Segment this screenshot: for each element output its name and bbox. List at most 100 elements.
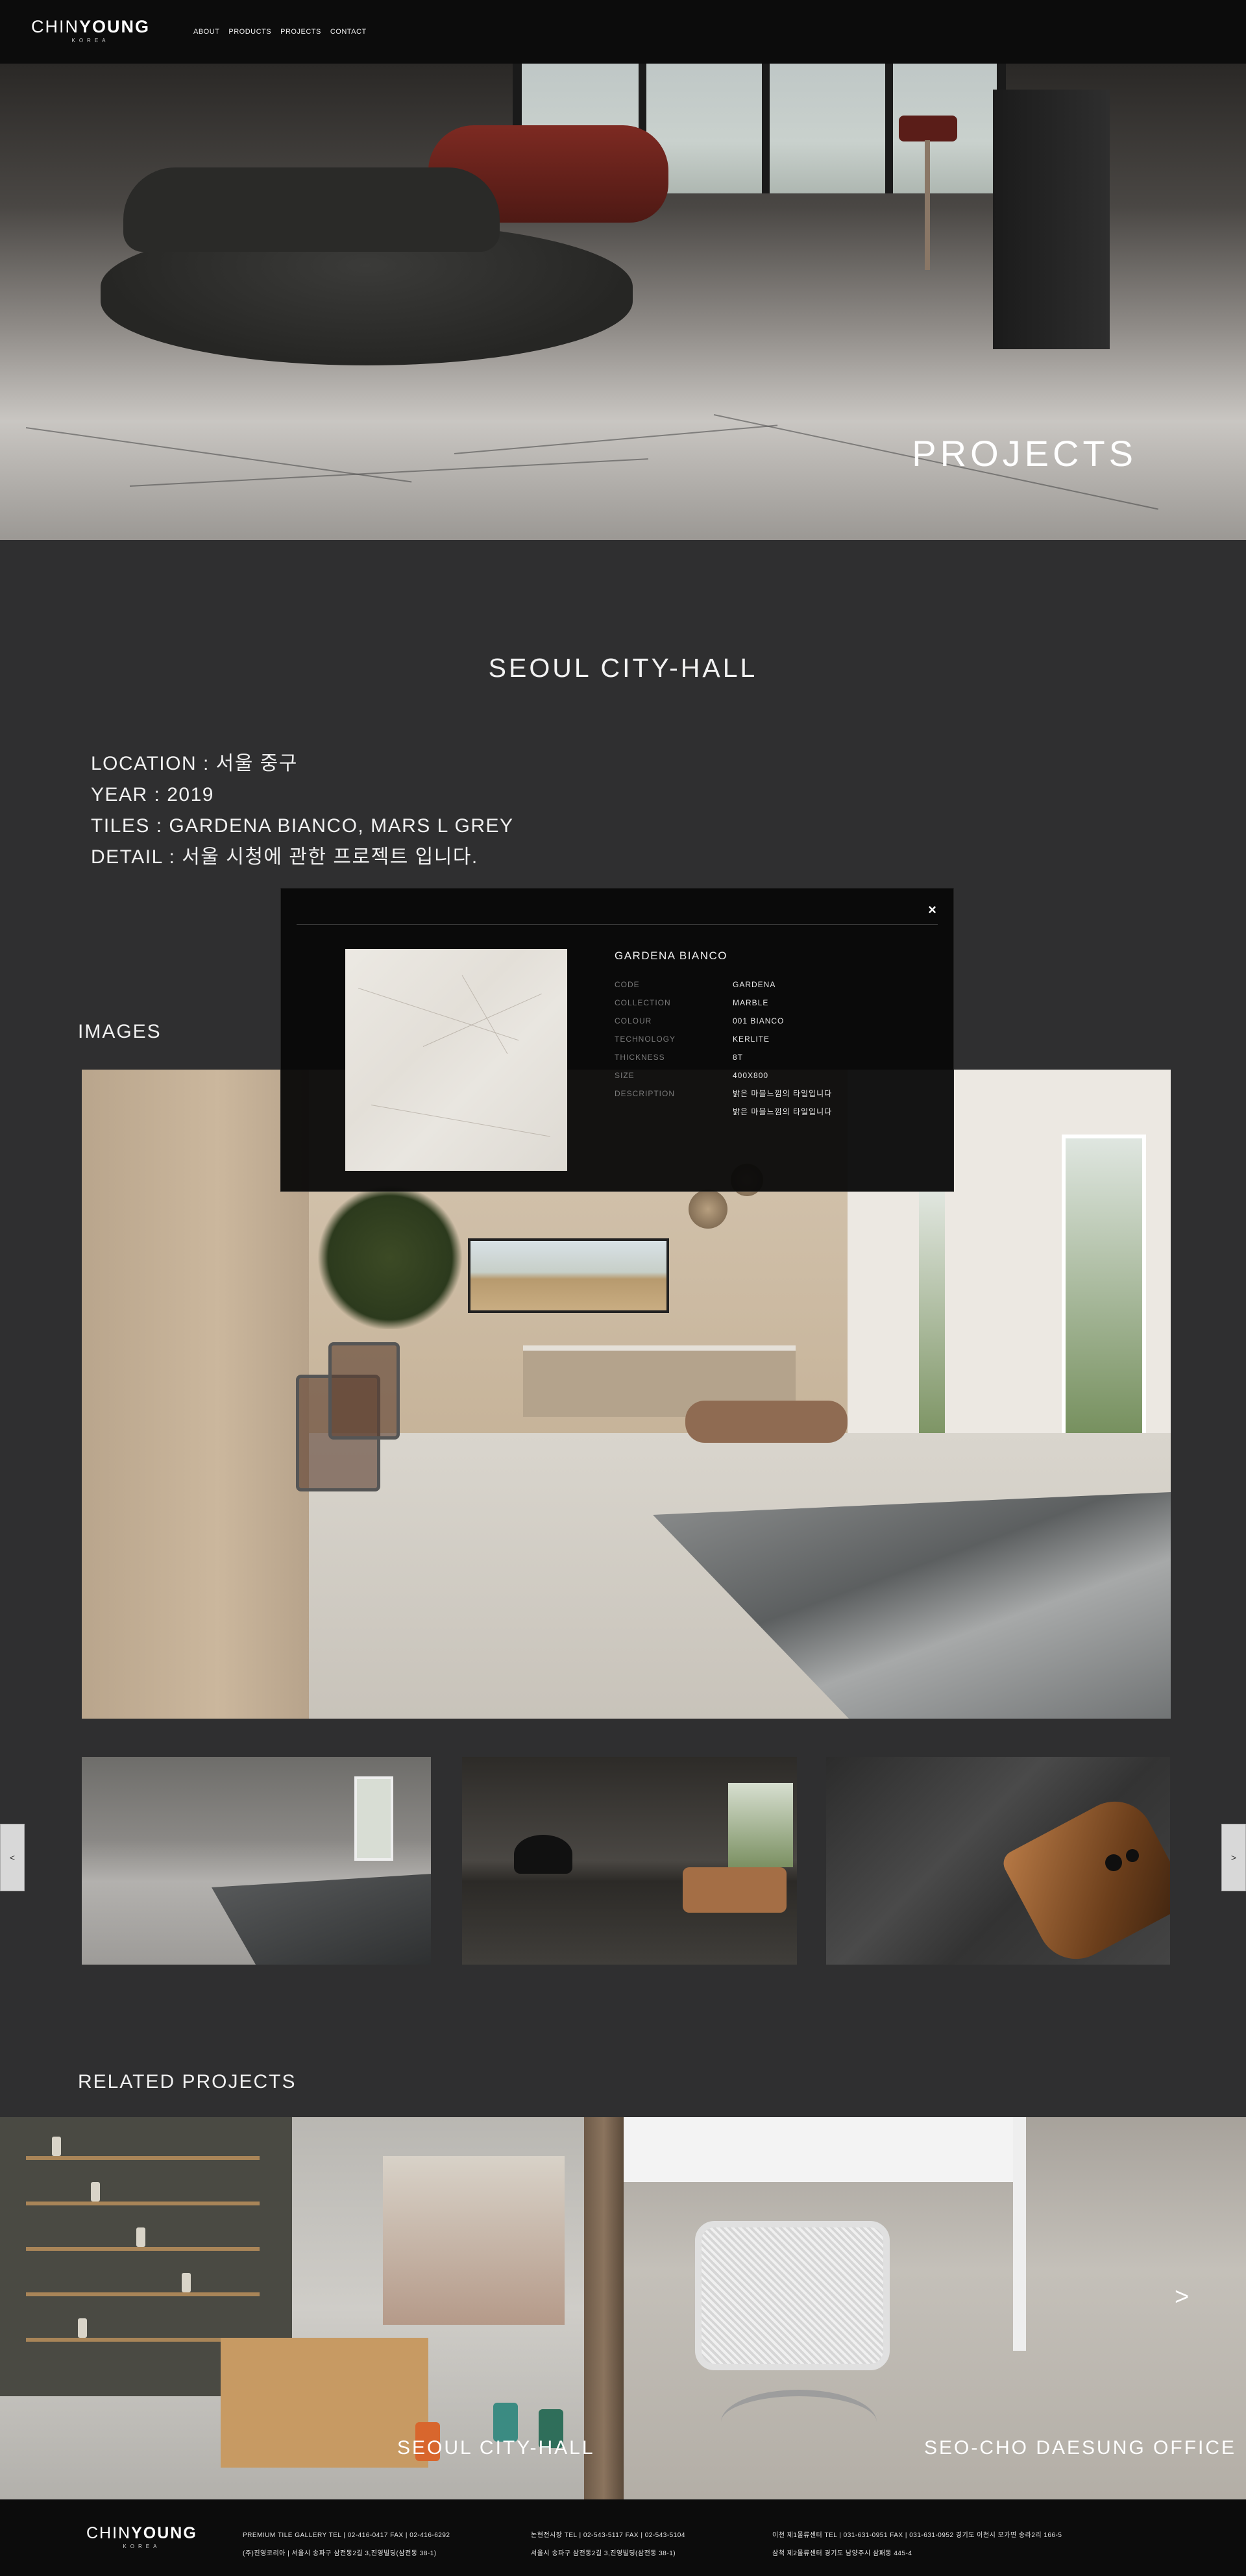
related-title-1[interactable]: SEOUL CITY-HALL <box>397 2437 595 2459</box>
spec-value: 밝은 마블느낌의 타일입니다 <box>733 1089 833 1098</box>
related-desk-leg <box>1013 2117 1026 2351</box>
spec-key: SIZE <box>615 1071 635 1080</box>
related-title-2[interactable]: SEO-CHO DAESUNG OFFICE <box>924 2437 1236 2459</box>
project-detail: DETAIL : 서울 시청에 관한 프로젝트 입니다. <box>91 846 478 868</box>
image-window <box>1062 1135 1146 1459</box>
footer-showroom-info: 논현전시장 TEL | 02-543-5117 FAX | 02-543-510… <box>531 2527 685 2563</box>
carousel-prev-button[interactable]: < <box>0 1824 25 1891</box>
marble-vein <box>129 458 648 487</box>
images-label: IMAGES <box>78 1021 162 1042</box>
related-chair-base <box>721 2390 877 2455</box>
thumb-wood-slab <box>999 1787 1170 1965</box>
spec-key: THICKNESS <box>615 1053 665 1062</box>
hero-stool <box>899 116 957 141</box>
footer-gallery-info: PREMIUM TILE GALLERY TEL | 02-416-0417 F… <box>243 2527 450 2563</box>
footer-showroom-address: 서울시 송파구 삼전동2길 3,진영빌딩(삼전동 38-1) <box>531 2550 676 2557</box>
product-bottle <box>52 2137 61 2156</box>
nav-projects[interactable]: PROJECTS <box>280 28 321 36</box>
nav-about[interactable]: ABOUT <box>193 28 219 36</box>
site-footer: CHINYOUNG KOREA PREMIUM TILE GALLERY TEL… <box>0 2499 1246 2576</box>
spec-key: DESCRIPTION <box>615 1089 676 1098</box>
logo-wordmark: CHINYOUNG <box>31 17 151 36</box>
main-nav: ABOUT PRODUCTS PROJECTS CONTACT <box>193 28 367 36</box>
spec-value: 8T <box>733 1053 744 1062</box>
image-chair <box>328 1342 400 1440</box>
footer-gallery-address: (주)진영코리아 | 서울시 송파구 삼전동2길 3,진영빌딩(삼전동 38-1… <box>243 2550 437 2557</box>
site-header: CHINYOUNG KOREA ABOUT PRODUCTS PROJECTS … <box>0 0 1246 64</box>
logo-tagline: KOREA <box>71 38 110 43</box>
product-bottle <box>136 2227 145 2247</box>
marble-vein <box>422 993 542 1047</box>
shelf <box>26 2247 260 2251</box>
related-white-desk <box>624 2117 1026 2182</box>
spec-value: KERLITE <box>733 1035 770 1044</box>
footer-logistics-1: 이천 제1물류센터 TEL | 031-631-0951 FAX | 031-6… <box>772 2532 1062 2539</box>
shelf <box>26 2156 260 2160</box>
spec-row: DESCRIPTION 밝은 마블느낌의 타일입니다 <box>615 1085 913 1103</box>
nav-products[interactable]: PRODUCTS <box>228 28 271 36</box>
project-tiles: TILES : GARDENA BIANCO, MARS L GREY <box>91 815 514 837</box>
hero-sofa-back <box>123 167 500 252</box>
window-mullion <box>885 64 893 193</box>
footer-logo-wordmark: CHINYOUNG <box>86 2524 197 2542</box>
shelf <box>26 2202 260 2205</box>
tile-name: GARDENA BIANCO <box>615 950 728 962</box>
thumb-pool <box>212 1874 431 1965</box>
window-mullion <box>762 64 770 193</box>
shelf <box>26 2292 260 2296</box>
hero-banner: PROJECTS <box>0 64 1246 540</box>
marble-vein <box>454 424 778 454</box>
spec-row: CODE GARDENA <box>615 975 913 994</box>
image-pendant-lamp <box>689 1190 727 1229</box>
related-window <box>383 2156 565 2325</box>
spec-row: SIZE 400X800 <box>615 1066 913 1085</box>
spec-row: COLLECTION MARBLE <box>615 994 913 1012</box>
spec-key: TECHNOLOGY <box>615 1035 676 1044</box>
related-stool <box>493 2403 518 2442</box>
project-title: SEOUL CITY-HALL <box>488 653 758 683</box>
thumb-ornament <box>1126 1849 1139 1862</box>
spec-key: COLLECTION <box>615 998 671 1007</box>
spec-row: COLOUR 001 BIANCO <box>615 1012 913 1030</box>
close-icon[interactable]: × <box>928 902 936 918</box>
spec-row: 밝은 마블느낌의 타일입니다 <box>615 1103 913 1121</box>
footer-logistics-2: 삼척 제2물류센터 경기도 남양주시 삼패동 445-4 <box>772 2550 912 2557</box>
footer-logistics-info: 이천 제1물류센터 TEL | 031-631-0951 FAX | 031-6… <box>772 2527 1062 2563</box>
image-left-wall <box>82 1070 309 1719</box>
spec-value: 001 BIANCO <box>733 1016 785 1025</box>
tile-detail-popup: × GARDENA BIANCO CODE GARDENA COLLECTION M… <box>280 888 954 1192</box>
related-office-chair <box>695 2221 890 2370</box>
image-window <box>919 1186 945 1433</box>
spec-row: THICKNESS 8T <box>615 1048 913 1066</box>
thumb-ornament <box>1105 1854 1122 1871</box>
hero-bar-counter <box>993 90 1110 349</box>
thumb-window <box>354 1776 393 1861</box>
related-projects-label: RELATED PROJECTS <box>78 2071 297 2092</box>
project-year: YEAR : 2019 <box>91 784 214 805</box>
spec-value: 밝은 마블느낌의 타일입니다 <box>733 1107 833 1116</box>
related-next-button[interactable]: > <box>1175 2283 1189 2311</box>
site-logo[interactable]: CHINYOUNG KOREA <box>31 17 150 43</box>
nav-contact[interactable]: CONTACT <box>330 28 367 36</box>
marble-vein <box>371 1105 550 1137</box>
product-bottle <box>78 2318 87 2338</box>
product-bottle <box>91 2182 100 2202</box>
popup-divider <box>297 924 938 925</box>
thumbnail-2[interactable] <box>462 1757 797 1965</box>
thumbnail-3[interactable] <box>826 1757 1170 1965</box>
spec-key <box>615 1103 733 1121</box>
image-landscape-window <box>468 1238 669 1313</box>
hero-stool-leg <box>925 140 930 270</box>
spec-key: COLOUR <box>615 1016 652 1025</box>
spec-row: TECHNOLOGY KERLITE <box>615 1030 913 1048</box>
carousel-next-button[interactable]: > <box>1221 1824 1246 1891</box>
thumbnail-1[interactable] <box>82 1757 431 1965</box>
footer-logo-tagline: KOREA <box>123 2544 161 2549</box>
image-tree <box>315 1186 465 1329</box>
thumb-window <box>728 1783 793 1867</box>
thumb-sofa <box>683 1867 787 1913</box>
tile-spec-list: CODE GARDENA COLLECTION MARBLE COLOUR 001 B… <box>615 975 913 1121</box>
footer-logo[interactable]: CHINYOUNG KOREA <box>86 2524 197 2549</box>
footer-gallery-contact: PREMIUM TILE GALLERY TEL | 02-416-0417 F… <box>243 2532 450 2539</box>
project-info: LOCATION : 서울 중구 YEAR : 2019 TILES : GAR… <box>91 748 514 873</box>
